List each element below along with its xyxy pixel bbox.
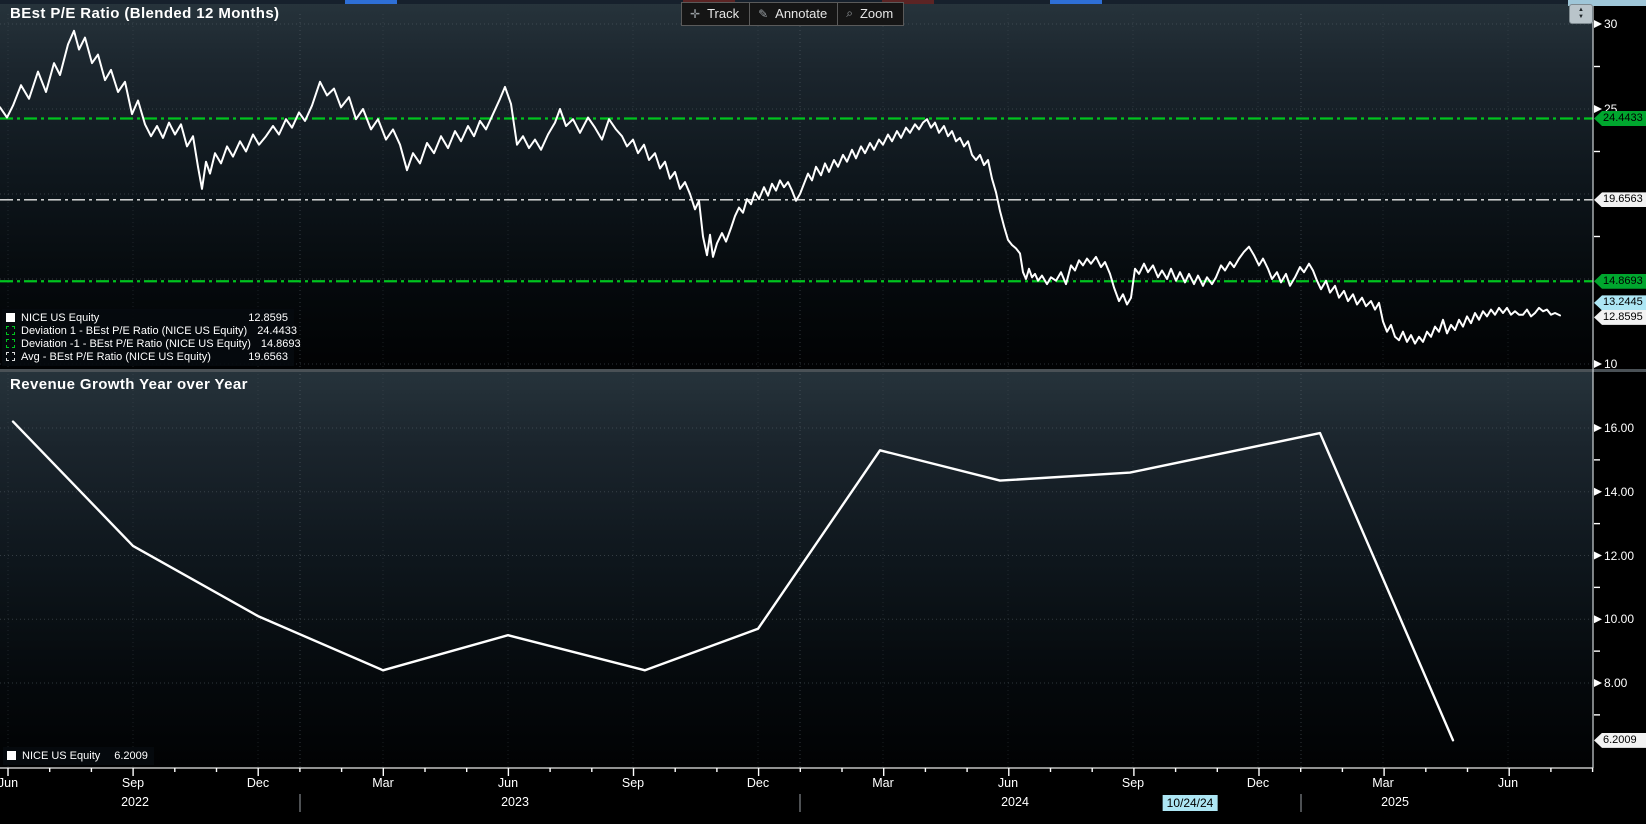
y-tick-arrow [1594, 105, 1602, 113]
y-axis-tick-label: 12.00 [1604, 548, 1635, 563]
annotate-button[interactable]: ✎ Annotate [749, 2, 839, 26]
y-axis-tick-label: 16.00 [1604, 421, 1635, 435]
axis-value-badge-green: 14.8693 [1594, 273, 1646, 289]
revenue-series-line [11, 420, 1455, 742]
x-axis-month-label: Jun [997, 776, 1019, 790]
track-crosshair-icon: ✛ [690, 6, 701, 21]
y-axis-tick-label: 8.00 [1604, 676, 1628, 690]
stepper-down-icon[interactable]: ▼ [1578, 14, 1584, 21]
legend-value: 14.8693 [260, 337, 301, 350]
x-axis-month-label: Mar [372, 776, 394, 790]
top-edge-blue-segment [345, 0, 397, 4]
y-tick-arrow [1594, 487, 1602, 496]
x-axis-month-label: Dec [246, 776, 270, 790]
legend-label: Deviation -1 - BEst P/E Ratio (NICE US E… [21, 337, 251, 350]
y-tick-arrow [1594, 424, 1602, 432]
x-axis-year-label: 2023 [501, 795, 529, 809]
legend-swatch-dashed-green-icon [6, 326, 15, 335]
revenue-panel-legend: NICE US Equity 6.2009 [3, 747, 154, 765]
zoom-button[interactable]: ⌕ Zoom [837, 2, 905, 26]
track-button[interactable]: ✛ Track [681, 2, 751, 26]
annotate-button-label: Annotate [775, 6, 828, 21]
legend-label: Deviation 1 - BEst P/E Ratio (NICE US Eq… [21, 324, 248, 337]
legend-row[interactable]: Deviation 1 - BEst P/E Ratio (NICE US Eq… [6, 324, 297, 337]
axis-value-badge-green: 24.4433 [1594, 110, 1646, 126]
x-axis-month-label: Jun [497, 776, 519, 790]
chart-toolbar: ✛ Track ✎ Annotate ⌕ Zoom [681, 2, 905, 26]
y-tick-arrow [1594, 615, 1602, 624]
legend-swatch-solid-white-icon [7, 751, 16, 760]
legend-row[interactable]: NICE US Equity 12.8595 [6, 311, 288, 324]
y-axis-tick-label: 14.00 [1604, 484, 1635, 499]
axis-value-badge-white: 12.8595 [1594, 309, 1646, 325]
terminal-chart-screen: BEst P/E Ratio (Blended 12 Months) Reven… [0, 0, 1646, 824]
legend-value: 24.4433 [257, 324, 297, 337]
legend-value: 19.6563 [248, 350, 288, 363]
legend-swatch-dashed-white-icon [6, 352, 15, 361]
zoom-button-label: Zoom [859, 6, 894, 21]
axis-value-badge-white: 6.2009 [1594, 732, 1646, 748]
legend-swatch-solid-white-icon [6, 313, 15, 322]
x-axis-year-label: 2024 [1001, 795, 1029, 809]
y-tick-arrow [1594, 360, 1602, 368]
x-axis-month-label: Jun [1497, 776, 1519, 790]
highlighted-date-label: 10/24/24 [1162, 795, 1218, 811]
legend-row[interactable]: NICE US Equity 6.2009 [7, 749, 148, 762]
x-axis-month-label: Dec [746, 776, 770, 790]
top-edge-blue-segment [1050, 0, 1102, 4]
legend-row[interactable]: Deviation -1 - BEst P/E Ratio (NICE US E… [6, 337, 301, 350]
track-button-label: Track [707, 6, 740, 21]
x-axis-month-label: Mar [872, 776, 894, 790]
y-tick-arrow [1594, 20, 1602, 28]
panel-resize-stepper[interactable]: ▲ ▼ [1569, 4, 1593, 24]
legend-value: 6.2009 [114, 749, 148, 762]
y-tick-arrow [1594, 679, 1602, 687]
pe-panel-legend: NICE US Equity 12.8595 Deviation 1 - BEst … [2, 309, 301, 366]
legend-label: NICE US Equity [21, 311, 100, 324]
stepper-up-icon[interactable]: ▲ [1578, 7, 1584, 14]
y-axis-tick-label: 30 [1604, 17, 1618, 31]
legend-row[interactable]: Avg - BEst P/E Ratio (NICE US Equity) 19.… [6, 350, 288, 363]
x-axis-month-label: Sep [121, 776, 145, 790]
x-axis-month-label: Mar [1372, 776, 1394, 790]
axis-value-badge-cyan: 13.2445 [1594, 295, 1646, 311]
pe-panel-title: BEst P/E Ratio (Blended 12 Months) [10, 5, 280, 22]
revenue-panel-title: Revenue Growth Year over Year [10, 376, 248, 393]
y-axis-tick-label: 10.00 [1604, 612, 1635, 627]
y-axis-tick-label: 10 [1604, 357, 1618, 371]
x-axis-month-label: Sep [621, 776, 645, 790]
y-tick-arrow [1594, 551, 1602, 560]
x-axis-month-label: Sep [1121, 776, 1145, 790]
chart-canvas[interactable] [0, 0, 1646, 824]
x-axis-year-label: 2022 [121, 795, 149, 809]
x-axis-month-label: Dec [1246, 776, 1270, 790]
annotate-pencil-icon: ✎ [758, 6, 769, 21]
axis-value-badge-white: 19.6563 [1594, 192, 1646, 208]
legend-swatch-dashed-green-icon [6, 339, 15, 348]
legend-label: Avg - BEst P/E Ratio (NICE US Equity) [21, 350, 211, 363]
x-axis-month-label: Jun [0, 776, 19, 790]
pe-ratio-series-line [0, 29, 1561, 345]
zoom-magnifier-icon: ⌕ [846, 6, 853, 20]
legend-label: NICE US Equity [22, 749, 101, 762]
legend-value: 12.8595 [248, 311, 288, 324]
x-axis-year-label: 2025 [1381, 795, 1409, 809]
